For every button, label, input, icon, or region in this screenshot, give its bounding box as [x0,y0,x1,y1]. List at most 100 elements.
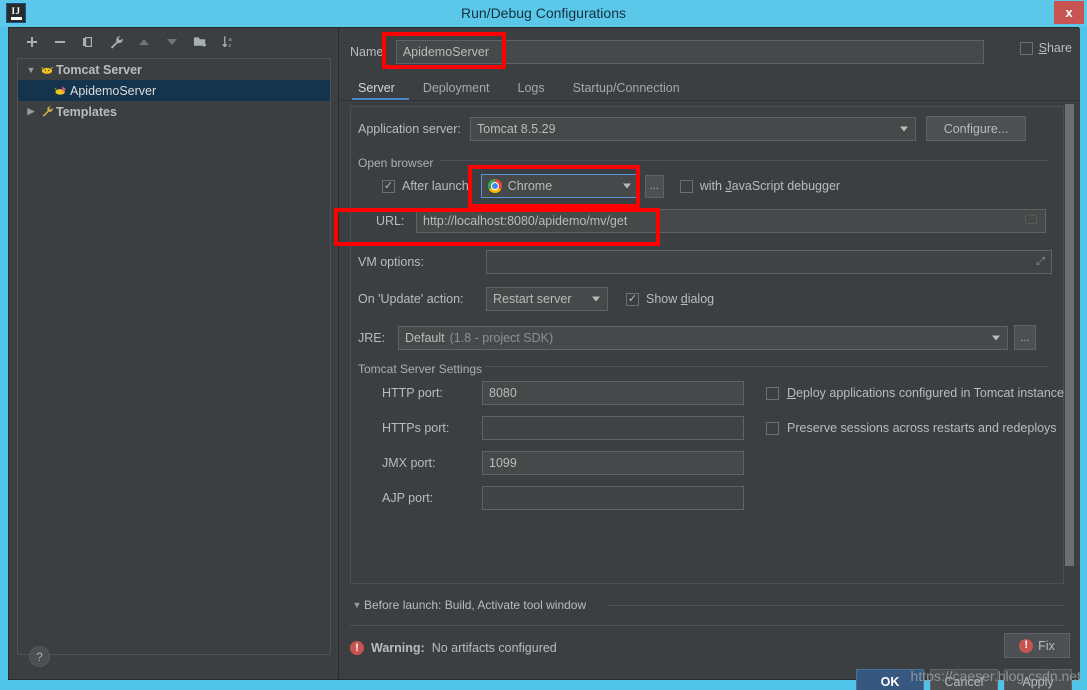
chevron-down-icon [992,335,1000,340]
tab-server[interactable]: Server [352,76,409,100]
open-browser-group-line [440,160,1048,161]
https-port-input[interactable] [482,416,744,440]
chevron-right-icon[interactable]: ▶ [24,106,38,117]
tab-startup-connection[interactable]: Startup/Connection [559,76,694,100]
update-action-row: On 'Update' action: Restart server Show … [358,287,714,311]
wrench-icon[interactable] [106,32,126,52]
watermark: https://caeser.blog.csdn.net [910,668,1081,684]
jmx-port-label: JMX port: [382,456,436,470]
url-value: http://localhost:8080/apidemo/mv/get [423,214,628,228]
https-port-label: HTTPs port: [382,421,450,435]
move-down-button[interactable] [162,32,182,52]
configurations-tree: ▼ Tomcat Server ApidemoServer ▶ Template… [17,58,331,655]
after-launch-checkbox[interactable] [382,179,395,193]
chevron-down-icon[interactable]: ▼ [24,65,38,75]
tree-item-tomcat-server[interactable]: ▼ Tomcat Server [18,59,330,80]
folder-plus-icon[interactable] [190,32,210,52]
title-bar: IJ Run/Debug Configurations x [0,0,1087,27]
sort-az-icon[interactable]: a z [218,32,238,52]
open-browser-group-label: Open browser [358,154,442,172]
copy-configuration-button[interactable] [78,32,98,52]
fix-button[interactable]: ! Fix [1004,633,1070,658]
ajp-port-label: AJP port: [382,491,434,505]
ajp-port-row: AJP port: [382,486,744,510]
warning-icon: ! [1019,638,1034,653]
deploy-applications-label: Deploy applications configured in Tomcat… [786,386,1064,400]
tree-item-label: Templates [56,104,117,119]
application-server-value: Tomcat 8.5.29 [477,121,556,136]
fix-button-label: Fix [1038,638,1055,653]
browser-value: Chrome [507,179,553,193]
url-row: URL: http://localhost:8080/apidemo/mv/ge… [376,209,1046,233]
js-debugger-label: with JavaScript debugger [699,179,841,193]
browser-browse-button[interactable]: ... [644,174,664,198]
update-action-label: On 'Update' action: [358,292,464,306]
application-server-label: Application server: [358,121,461,136]
jre-combo[interactable]: Default (1.8 - project SDK) [398,325,1008,350]
update-action-value: Restart server [493,292,572,306]
chevron-down-icon [900,126,908,131]
ajp-port-input[interactable] [482,486,744,510]
remove-configuration-button[interactable] [50,32,70,52]
tree-item-apidemoserver[interactable]: ApidemoServer [18,80,330,101]
run-debug-configurations-dialog: IJ Run/Debug Configurations x a z ▼ Tomc… [0,0,1087,690]
share-checkbox[interactable]: Share [1019,41,1072,55]
vm-options-input[interactable]: ⤢ [486,250,1052,274]
browser-combo[interactable]: Chrome [480,174,639,198]
tomcat-settings-group-line [485,366,1048,367]
tab-logs[interactable]: Logs [504,76,559,100]
before-launch-label: Before launch: Build, Activate tool wind… [364,598,587,612]
application-server-row: Application server: Tomcat 8.5.29 Config… [358,116,1026,141]
name-input[interactable]: ApidemoServer [395,40,984,64]
expand-editor-icon[interactable]: ⤢ [1036,256,1045,269]
show-dialog-checkbox[interactable] [626,292,639,306]
chrome-icon [487,179,502,193]
configure-button[interactable]: Configure... [926,116,1026,141]
tabs-divider [340,100,1080,101]
configurations-panel: a z ▼ Tomcat Server ApidemoServer ▶ Temp… [9,28,339,679]
configurations-toolbar: a z [9,28,339,56]
jre-browse-button[interactable]: ... [1014,325,1036,350]
tree-item-templates[interactable]: ▶ Templates [18,101,330,122]
url-label: URL: [376,214,405,228]
http-port-input[interactable]: 8080 [482,381,744,405]
server-tab-content: Application server: Tomcat 8.5.29 Config… [350,106,1064,584]
folder-icon[interactable]: 🗀 [1025,211,1037,232]
share-checkbox-box[interactable] [1019,41,1033,55]
svg-text:z: z [228,43,231,49]
editor-tabs: Server Deployment Logs Startup/Connectio… [352,74,1052,100]
bottom-divider [350,625,1064,626]
tomcat-run-icon [52,84,70,98]
content-scrollbar[interactable] [1065,104,1074,578]
close-window-button[interactable]: x [1054,1,1084,24]
configuration-editor-panel: Name: ApidemoServer Share Server Deploym… [340,28,1080,690]
tree-item-label: ApidemoServer [70,83,157,98]
tomcat-icon [38,63,56,77]
chevron-down-icon [592,296,600,302]
vm-options-row: VM options: ⤢ [358,250,1052,274]
preserve-sessions-checkbox[interactable] [766,421,779,435]
warning-icon: ! [350,641,364,655]
svg-text:a: a [228,37,232,43]
chevron-down-icon[interactable]: ▼ [350,600,364,610]
move-up-button[interactable] [134,32,154,52]
https-port-row: HTTPs port: Preserve sessions across res… [382,416,1057,440]
application-server-combo[interactable]: Tomcat 8.5.29 [470,116,916,141]
preserve-sessions-label: Preserve sessions across restarts and re… [787,421,1057,435]
jmx-port-input[interactable]: 1099 [482,451,744,475]
deploy-applications-checkbox[interactable] [765,386,779,400]
add-configuration-button[interactable] [22,32,42,52]
share-label: Share [1038,41,1072,55]
tree-item-label: Tomcat Server [56,62,142,77]
update-action-combo[interactable]: Restart server [486,287,608,311]
help-button[interactable]: ? [29,646,50,667]
name-label: Name: [350,45,387,59]
js-debugger-checkbox[interactable] [679,179,693,193]
before-launch-section[interactable]: ▼ Before launch: Build, Activate tool wi… [350,595,1064,615]
before-launch-line [608,605,1064,606]
url-input[interactable]: http://localhost:8080/apidemo/mv/get 🗀 [416,209,1046,233]
jre-label: JRE: [358,330,386,345]
tab-deployment[interactable]: Deployment [409,76,504,100]
http-port-row: HTTP port: 8080 Deploy applications conf… [382,381,1064,405]
scrollbar-thumb[interactable] [1065,104,1074,566]
